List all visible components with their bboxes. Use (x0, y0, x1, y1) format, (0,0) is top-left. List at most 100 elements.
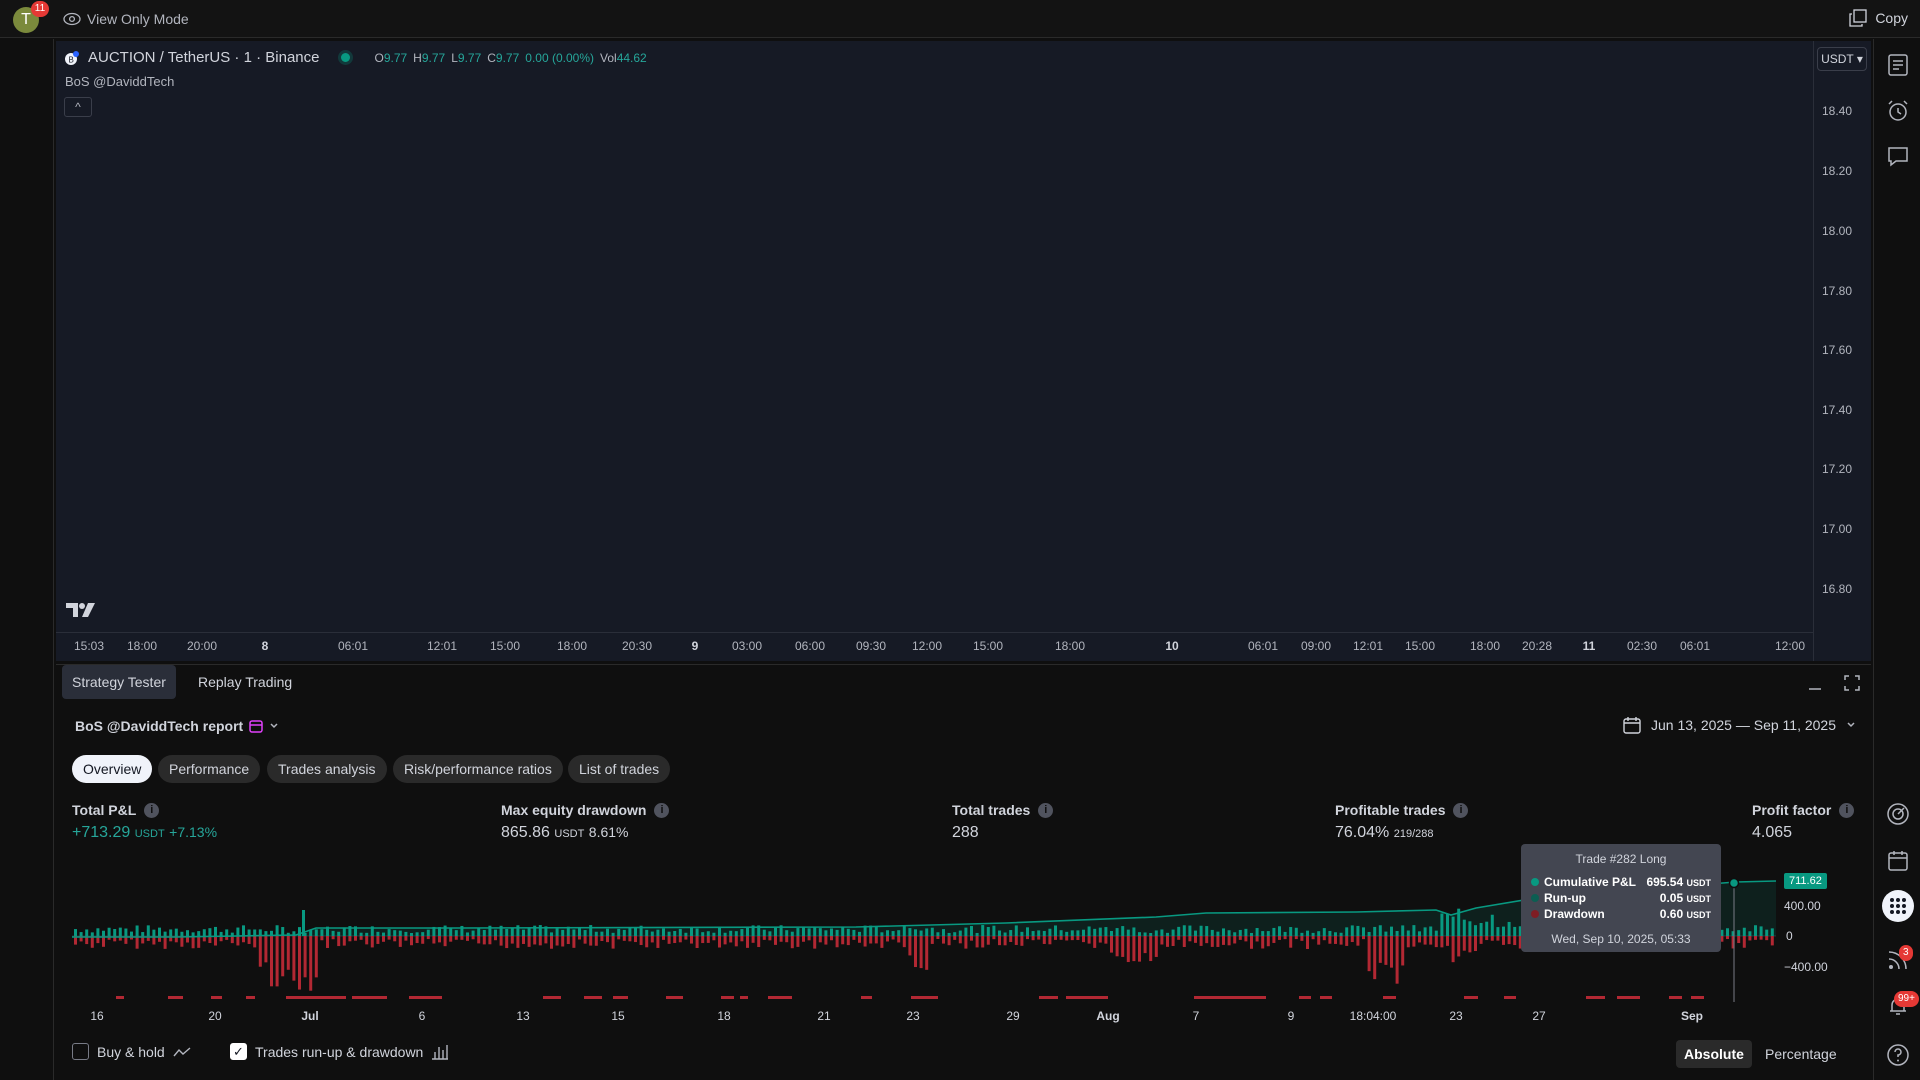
exchange-icon: B (65, 50, 79, 65)
drawdown-bar (645, 936, 649, 948)
drawdown-bar (639, 936, 643, 945)
runup-bar (96, 928, 100, 936)
drawdown-bar (1306, 936, 1309, 949)
drawdown-bar (600, 936, 604, 942)
symbol-title[interactable]: AUCTION / TetherUS · 1 · Binance (88, 49, 319, 66)
subtab-overview[interactable]: Overview (72, 755, 153, 783)
calendar-badge-icon (249, 720, 263, 733)
drawdown-bar (566, 936, 570, 945)
calendar-icon[interactable] (1886, 849, 1910, 873)
chevron-down-icon (270, 723, 278, 729)
buy-hold-checkbox[interactable] (72, 1043, 89, 1060)
drawdown-bar (1210, 936, 1214, 947)
date-range-selector[interactable]: Jun 13, 2025 — Sep 11, 2025 (1623, 716, 1856, 734)
absolute-toggle[interactable]: Absolute (1676, 1040, 1752, 1068)
drawdown-bar (1272, 936, 1276, 943)
time-axis-label: 20:30 (621, 639, 653, 653)
price-chart-pane[interactable]: B AUCTION / TetherUS · 1 · Binance O9.77… (56, 41, 1871, 661)
time-axis-label: 09:00 (1300, 639, 1332, 653)
drawdown-bar (449, 936, 453, 942)
info-icon[interactable]: i (1038, 802, 1054, 818)
drawdown-bar (1227, 936, 1231, 946)
drawdown-bar (359, 936, 363, 940)
info-icon[interactable]: i (654, 802, 670, 818)
time-axis-label: 02:30 (1626, 639, 1658, 653)
loss-marker (1691, 996, 1704, 999)
copy-button[interactable]: Copy (1849, 9, 1908, 27)
calendar-icon (1623, 717, 1641, 734)
time-axis-label: 12:01 (426, 639, 458, 653)
drawdown-bar (1110, 936, 1113, 953)
tab-strategy-tester[interactable]: Strategy Tester (62, 665, 176, 699)
drawdown-bar (1188, 936, 1192, 942)
apps-grid-icon[interactable] (1882, 890, 1914, 922)
tab-replay-trading[interactable]: Replay Trading (188, 665, 302, 699)
drawdown-bar (1042, 936, 1046, 944)
drawdown-bar (1087, 936, 1091, 944)
tooltip-row-cumulative: Cumulative P&L 695.54 USDT (1531, 874, 1711, 890)
chevron-down-icon (1847, 722, 1855, 728)
alarm-clock-icon[interactable] (1886, 99, 1910, 123)
runup-bar (102, 930, 105, 936)
drawdown-bar (1076, 936, 1080, 941)
drawdown-bar (1294, 936, 1298, 940)
price-axis-label: 18.00 (1822, 224, 1853, 238)
currency-selector[interactable]: USDT ▾ (1817, 47, 1867, 71)
chat-icon[interactable] (1886, 145, 1910, 169)
report-title[interactable]: BoS @DaviddTech report (75, 718, 279, 734)
drawdown-bar (1126, 936, 1130, 963)
loss-marker (768, 996, 792, 999)
view-only-mode-indicator[interactable]: View Only Mode (63, 10, 189, 28)
maximize-icon[interactable] (1843, 674, 1861, 692)
tooltip-date: Wed, Sep 10, 2025, 05:33 (1551, 932, 1691, 946)
avatar-notification-badge: 11 (31, 1, 49, 17)
info-icon[interactable]: i (1453, 802, 1469, 818)
unit-label: USDT (554, 828, 585, 840)
crosshair-point (1728, 877, 1740, 889)
subtab-list-of-trades[interactable]: List of trades (568, 755, 671, 783)
drawdown-bar (1362, 936, 1365, 940)
drawdown-bar (628, 936, 632, 942)
drawdown-bar (774, 936, 777, 945)
low-value: 9.77 (457, 50, 482, 65)
runup-bar (208, 928, 212, 936)
help-icon[interactable] (1886, 1043, 1910, 1067)
drawdown-bar (942, 936, 945, 944)
drawdown-bar (550, 936, 553, 949)
subtab-risk-performance-ratios[interactable]: Risk/performance ratios (393, 755, 563, 783)
drawdown-bar (365, 936, 369, 945)
runup-drawdown-checkbox[interactable]: ✓ (230, 1043, 247, 1060)
drawdown-bar (1205, 936, 1209, 944)
minimize-icon[interactable] (1806, 674, 1824, 692)
drawdown-bar (1367, 936, 1371, 972)
buy-hold-toggle[interactable]: Buy & hold (72, 1043, 191, 1060)
drawdown-bar (1048, 936, 1052, 945)
drawdown-bar (1233, 936, 1237, 944)
info-icon[interactable]: i (1839, 802, 1855, 818)
collapse-legend-button[interactable]: ^ (64, 97, 92, 117)
drawdown-bar (1171, 936, 1175, 947)
time-axis-label: 11 (1582, 639, 1596, 653)
subtab-trades-analysis[interactable]: Trades analysis (267, 755, 387, 783)
indicator-label[interactable]: BoS @DaviddTech (65, 74, 174, 89)
loss-marker (1464, 996, 1478, 999)
subtab-performance[interactable]: Performance (158, 755, 261, 783)
runup-drawdown-toggle[interactable]: ✓ Trades run-up & drawdown (230, 1043, 449, 1060)
drawdown-bar (1115, 936, 1119, 957)
gauge-icon[interactable] (1886, 802, 1910, 826)
time-axis-label: 03:00 (731, 639, 763, 653)
drawdown-bar (589, 936, 593, 946)
drawdown-bar (393, 936, 397, 942)
drawdown-bar (398, 936, 402, 947)
equity-x-label: 6 (418, 1009, 426, 1023)
info-icon[interactable]: i (144, 802, 160, 818)
percentage-toggle[interactable]: Percentage (1757, 1040, 1845, 1068)
equity-x-label: 16 (90, 1009, 104, 1023)
time-axis-label: 15:00 (489, 639, 521, 653)
open-value: 9.77 (383, 50, 408, 65)
watchlist-icon[interactable] (1886, 53, 1910, 77)
loss-marker (168, 996, 183, 999)
equity-x-label: 18:04:00 (1349, 1009, 1397, 1023)
runup-bar (146, 925, 150, 936)
runup-bar (135, 925, 139, 936)
